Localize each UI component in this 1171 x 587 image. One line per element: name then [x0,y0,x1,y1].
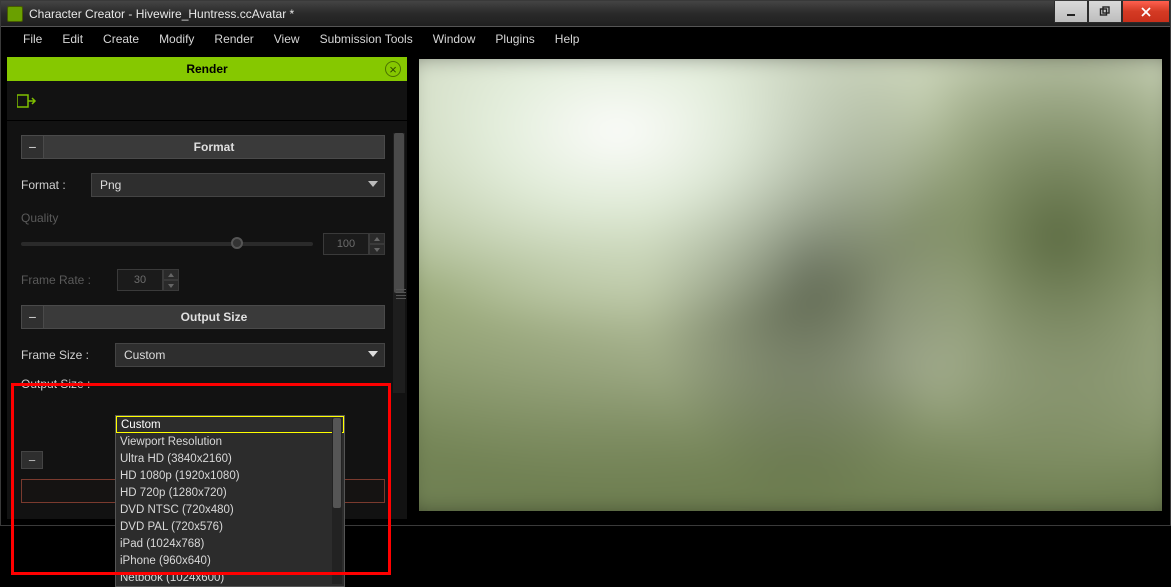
collapse-icon[interactable]: − [22,136,44,158]
frame-size-dropdown[interactable]: Custom [115,343,385,367]
scrollbar-thumb[interactable] [394,133,404,293]
slider-thumb[interactable] [231,237,243,249]
maximize-button[interactable] [1088,1,1122,23]
quality-slider[interactable] [21,242,313,246]
quality-row: 100 [21,233,385,255]
option-ipad[interactable]: iPad (1024x768) [116,535,344,552]
export-row [7,81,407,121]
frame-rate-spinner[interactable] [163,269,179,291]
menu-edit[interactable]: Edit [54,30,91,48]
panel-header[interactable]: Render × [7,57,407,81]
menu-bar: File Edit Create Modify Render View Subm… [7,27,1164,51]
frame-size-value: Custom [124,348,165,362]
collapse-icon[interactable]: − [22,306,44,328]
panel-resize-grip[interactable] [393,281,409,307]
option-hd-1080p[interactable]: HD 1080p (1920x1080) [116,467,344,484]
section-format-label: Format [44,140,384,154]
app-icon [7,6,23,22]
minimize-button[interactable] [1054,1,1088,23]
chevron-down-icon [368,351,378,357]
spin-up-icon[interactable] [369,233,385,244]
viewport[interactable] [417,57,1164,513]
option-dvd-pal[interactable]: DVD PAL (720x576) [116,518,344,535]
menu-create[interactable]: Create [95,30,147,48]
frame-size-label: Frame Size : [21,348,115,362]
menu-render[interactable]: Render [206,30,261,48]
panel-close-icon[interactable]: × [385,61,401,77]
frame-rate-value[interactable]: 30 [117,269,163,291]
frame-size-row: Frame Size : Custom [21,343,385,367]
option-iphone[interactable]: iPhone (960x640) [116,552,344,569]
panel-scrollbar[interactable] [393,133,405,393]
menu-plugins[interactable]: Plugins [487,30,542,48]
export-icon[interactable] [17,92,39,110]
close-button[interactable] [1122,1,1170,23]
frame-rate-label: Frame Rate : [21,273,117,287]
chevron-down-icon [368,181,378,187]
menu-submission-tools[interactable]: Submission Tools [312,30,421,48]
menu-modify[interactable]: Modify [151,30,202,48]
format-dropdown[interactable]: Png [91,173,385,197]
option-viewport-resolution[interactable]: Viewport Resolution [116,433,344,450]
format-value: Png [100,178,121,192]
quality-spinner[interactable] [369,233,385,255]
option-dvd-ntsc[interactable]: DVD NTSC (720x480) [116,501,344,518]
section-output-size-label: Output Size [44,310,384,324]
frame-rate-row: Frame Rate : 30 [21,269,385,291]
option-custom[interactable]: Custom [116,416,344,433]
format-row: Format : Png [21,173,385,197]
viewport-canvas[interactable] [419,59,1162,511]
window-controls [1054,1,1170,23]
quality-label: Quality [21,211,58,225]
section-output-size[interactable]: − Output Size [21,305,385,329]
output-size-label: Output Size : [21,377,115,391]
quality-label-row: Quality [21,211,385,225]
spin-down-icon[interactable] [163,280,179,291]
section-format[interactable]: − Format [21,135,385,159]
option-netbook[interactable]: Netbook (1024x600) [116,569,344,586]
title-bar[interactable]: Character Creator - Hivewire_Huntress.cc… [1,1,1170,27]
spin-up-icon[interactable] [163,269,179,280]
menu-view[interactable]: View [266,30,308,48]
format-label: Format : [21,178,91,192]
menu-window[interactable]: Window [425,30,484,48]
spin-down-icon[interactable] [369,244,385,255]
option-hd-720p[interactable]: HD 720p (1280x720) [116,484,344,501]
quality-value[interactable]: 100 [323,233,369,255]
frame-size-options-list[interactable]: Custom Viewport Resolution Ultra HD (384… [115,415,345,587]
menu-file[interactable]: File [15,30,50,48]
viewport-background [419,59,1162,511]
menu-help[interactable]: Help [547,30,588,48]
dropdown-scrollbar[interactable] [332,418,342,584]
option-ultra-hd[interactable]: Ultra HD (3840x2160) [116,450,344,467]
scrollbar-thumb[interactable] [333,418,341,508]
panel-title: Render [186,62,227,76]
output-size-row: Output Size : [21,377,385,391]
app-window: Character Creator - Hivewire_Huntress.cc… [0,0,1171,526]
collapse-icon[interactable]: − [21,451,43,469]
render-panel: Render × − Format Format : [7,57,407,519]
work-area: Render × − Format Format : [7,51,1164,519]
window-title: Character Creator - Hivewire_Huntress.cc… [29,7,294,21]
